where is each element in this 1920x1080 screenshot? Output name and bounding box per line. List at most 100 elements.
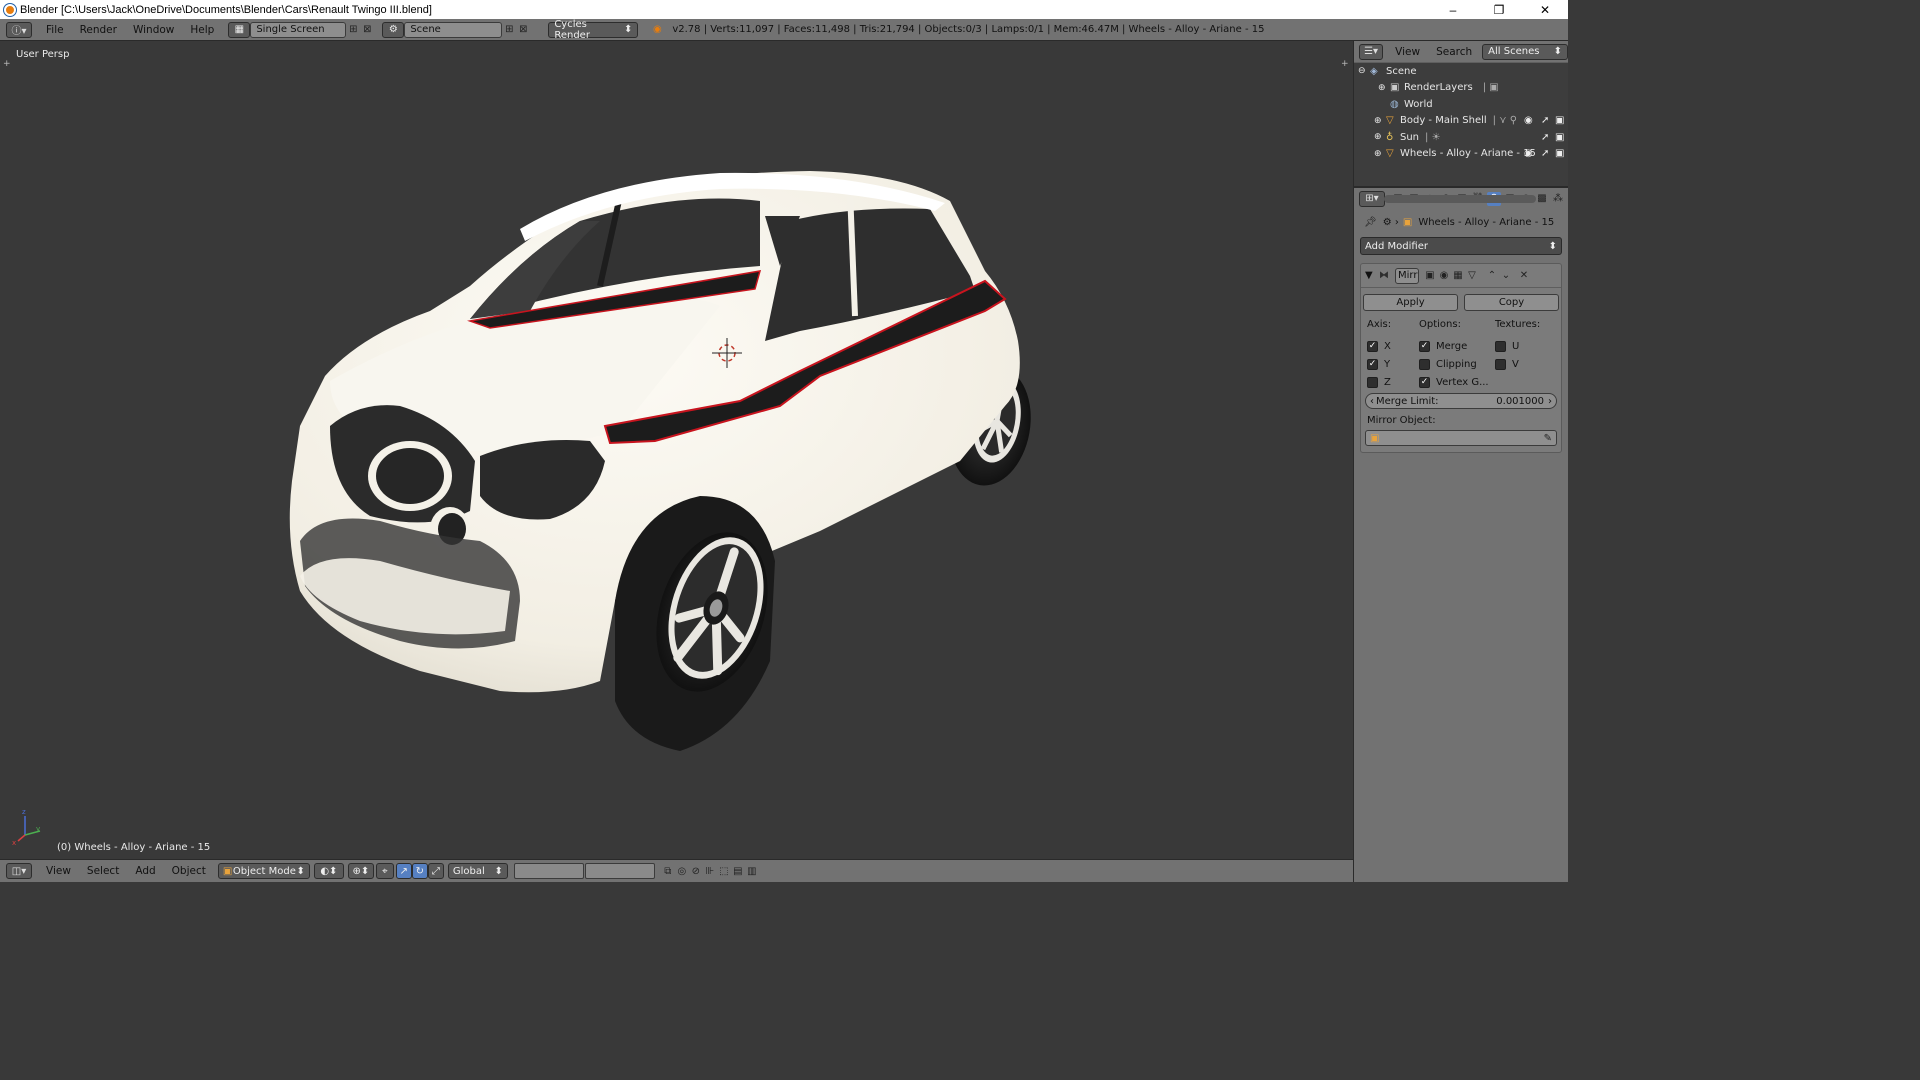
- opengl-render-icon[interactable]: ▤: [731, 864, 745, 878]
- select-cursor-icon[interactable]: ➚: [1541, 132, 1549, 143]
- add-screen-icon[interactable]: ⊞: [346, 23, 360, 37]
- menu-window[interactable]: Window: [125, 24, 182, 36]
- select-cursor-icon[interactable]: ➚: [1541, 148, 1549, 159]
- collapse-icon[interactable]: ⊖: [1358, 66, 1370, 76]
- mirror-object-field[interactable]: ▣ ✎: [1365, 430, 1557, 446]
- expand-icon[interactable]: ⊕: [1374, 149, 1386, 159]
- mode-select[interactable]: ▣ Object Mode ⬍: [217, 863, 310, 879]
- manipulator-toggle[interactable]: ⌖: [375, 863, 394, 879]
- eyedropper-icon[interactable]: ✎: [1544, 433, 1552, 444]
- move-down-icon[interactable]: ⌄: [1499, 269, 1513, 283]
- menu-view[interactable]: View: [38, 865, 79, 877]
- expand-icon[interactable]: ⊕: [1374, 132, 1386, 142]
- texture-tab-icon[interactable]: ▩: [1535, 192, 1549, 206]
- layer-lock-icon[interactable]: ⧉: [661, 864, 675, 878]
- snap-toggle-icon[interactable]: ⊘: [689, 864, 703, 878]
- layers-group-1[interactable]: [513, 863, 584, 879]
- outliner-row-scene[interactable]: ⊖ ◈ Scene: [1354, 63, 1568, 80]
- viewport-shading-select[interactable]: ◐⬍: [313, 863, 344, 879]
- render-camera-icon[interactable]: ▣: [1555, 132, 1564, 143]
- scene-browse[interactable]: ⚙: [382, 21, 405, 38]
- outliner-row-renderlayers[interactable]: ⊕ ▣ RenderLayers | ▣: [1354, 80, 1568, 97]
- pivot-point-select[interactable]: ⊕⬍: [347, 863, 374, 879]
- outliner-horizontal-scrollbar[interactable]: [1384, 195, 1536, 203]
- copy-button[interactable]: Copy: [1464, 294, 1559, 311]
- mirror-modifier-panel: ▼ ⧓ Mirr ▣ ◉ ▦ ▽ ⌃ ⌄ ✕ Apply Copy Axis:: [1360, 263, 1562, 453]
- transform-orientation-select[interactable]: Global ⬍: [447, 863, 508, 879]
- remove-screen-icon[interactable]: ⊠: [360, 23, 374, 37]
- add-scene-icon[interactable]: ⊞: [502, 23, 516, 37]
- scene-icon: ⚙: [388, 24, 398, 35]
- editor-type-button[interactable]: ⓘ▾: [6, 21, 32, 38]
- particles-tab-icon[interactable]: ⁂: [1551, 192, 1565, 206]
- 3d-viewport[interactable]: User Persp + + z y x (0) Wheels - Alloy …: [0, 41, 1353, 859]
- render-toggle-icon[interactable]: ▣: [1423, 269, 1437, 283]
- context-breadcrumb: 📌︎ ⚙ › ▣ Wheels - Alloy - Ariane - 15: [1364, 216, 1555, 228]
- expand-icon[interactable]: ⊕: [1378, 83, 1390, 93]
- rotate-manipulator-button[interactable]: ↻: [411, 863, 428, 879]
- properties-editor-type-button[interactable]: ⊞▾: [1359, 190, 1385, 207]
- texture-v-checkbox[interactable]: V: [1495, 355, 1555, 373]
- menu-select[interactable]: Select: [79, 865, 127, 877]
- remove-scene-icon[interactable]: ⊠: [516, 23, 530, 37]
- outliner-row-wheels[interactable]: ⊕ ▽ Wheels - Alloy - Ariane - 15 ◉ ➚ ▣: [1354, 146, 1568, 163]
- proportional-edit-icon[interactable]: ◎: [675, 864, 689, 878]
- snap-element-icon[interactable]: ⊪: [703, 864, 717, 878]
- merge-limit-field[interactable]: ‹ Merge Limit: 0.001000 ›: [1365, 393, 1557, 409]
- editor-type-button-3d[interactable]: ◫▾: [6, 863, 32, 879]
- screen-layout-field[interactable]: Single Screen: [250, 21, 347, 38]
- screen-layout-browse[interactable]: ▦: [228, 21, 251, 38]
- minimize-button[interactable]: –: [1430, 0, 1476, 19]
- outliner-display-mode-select[interactable]: All Scenes ⬍: [1482, 43, 1568, 60]
- move-up-icon[interactable]: ⌃: [1485, 269, 1499, 283]
- right-panels: ☰▾ View Search All Scenes ⬍ ⊖ ◈ Scene ⊕ …: [1353, 41, 1568, 882]
- render-camera-icon[interactable]: ▣: [1555, 148, 1564, 159]
- pin-icon[interactable]: 📌︎: [1364, 217, 1377, 228]
- outliner-row-world[interactable]: ◍ World: [1354, 96, 1568, 113]
- increment-arrow-icon[interactable]: ›: [1548, 396, 1552, 407]
- remove-modifier-icon[interactable]: ✕: [1517, 269, 1531, 283]
- vertex-groups-checkbox[interactable]: ✓ Vertex G...: [1419, 373, 1495, 391]
- on-cage-toggle-icon[interactable]: ▽: [1465, 269, 1479, 283]
- menu-object[interactable]: Object: [164, 865, 214, 877]
- select-cursor-icon[interactable]: ➚: [1541, 115, 1549, 126]
- unchecked-box-icon: [1495, 358, 1506, 370]
- render-preview-icon[interactable]: ⬚: [717, 864, 731, 878]
- axis-z-checkbox[interactable]: Z: [1367, 373, 1419, 391]
- axis-x-checkbox[interactable]: ✓ X: [1367, 337, 1419, 355]
- decrement-arrow-icon[interactable]: ‹: [1370, 396, 1374, 407]
- close-button[interactable]: ✕: [1522, 0, 1568, 19]
- merge-checkbox[interactable]: ✓ Merge: [1419, 337, 1495, 355]
- car-model-render[interactable]: z y x: [0, 41, 1353, 859]
- render-engine-select[interactable]: Cycles Render ⬍: [548, 19, 639, 41]
- apply-button[interactable]: Apply: [1363, 294, 1458, 311]
- editmode-toggle-icon[interactable]: ▦: [1451, 269, 1465, 283]
- realtime-toggle-icon[interactable]: ◉: [1437, 269, 1451, 283]
- modifier-name-field[interactable]: Mirr: [1395, 267, 1419, 284]
- outliner-row-body[interactable]: ⊕ ▽ Body - Main Shell | ⋎ ⚲ ◉ ➚ ▣: [1354, 113, 1568, 130]
- opengl-anim-icon[interactable]: ▥: [745, 864, 759, 878]
- expand-icon[interactable]: ⊕: [1374, 116, 1386, 126]
- maximize-button[interactable]: ❐: [1476, 0, 1522, 19]
- outliner-editor-type-button[interactable]: ☰▾: [1359, 43, 1384, 60]
- texture-u-checkbox[interactable]: U: [1495, 337, 1555, 355]
- scale-manipulator-button[interactable]: ⤢: [427, 863, 444, 879]
- visibility-eye-icon[interactable]: ◉: [1524, 148, 1533, 159]
- visibility-eye-icon[interactable]: ◉: [1524, 115, 1533, 126]
- collapse-arrow-icon[interactable]: ▼: [1365, 270, 1379, 281]
- menu-render[interactable]: Render: [72, 24, 125, 36]
- outliner-menu-search[interactable]: Search: [1428, 46, 1480, 58]
- layers-group-2[interactable]: [584, 863, 655, 879]
- add-modifier-select[interactable]: Add Modifier ⬍: [1360, 237, 1562, 255]
- menu-file[interactable]: File: [38, 24, 72, 36]
- translate-manipulator-button[interactable]: ↗: [395, 863, 412, 879]
- lamp-icon: ♁: [1386, 131, 1394, 143]
- render-camera-icon[interactable]: ▣: [1555, 115, 1564, 126]
- outliner-row-sun[interactable]: ⊕ ♁ Sun | ☀ ➚ ▣: [1354, 129, 1568, 146]
- menu-help[interactable]: Help: [182, 24, 222, 36]
- menu-add[interactable]: Add: [127, 865, 163, 877]
- outliner-menu-view[interactable]: View: [1387, 46, 1428, 58]
- clipping-checkbox[interactable]: Clipping: [1419, 355, 1495, 373]
- scene-field[interactable]: Scene: [404, 21, 503, 38]
- axis-y-checkbox[interactable]: ✓ Y: [1367, 355, 1419, 373]
